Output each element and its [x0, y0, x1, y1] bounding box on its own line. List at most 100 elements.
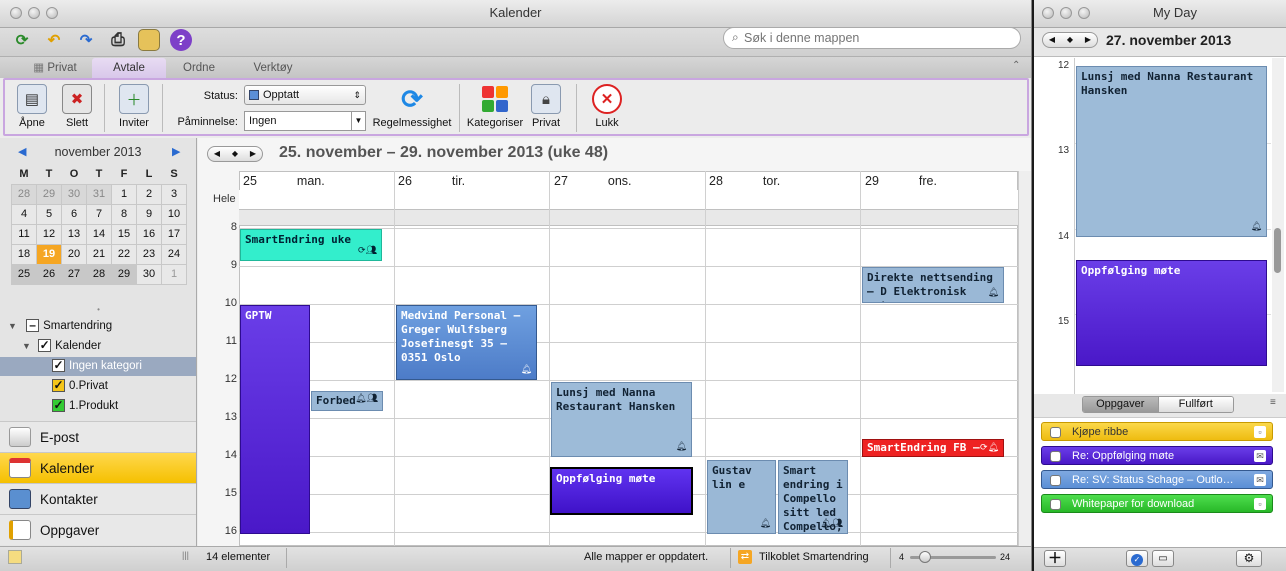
- recurrence-button[interactable]: ⟳ Regelmessighet: [372, 84, 452, 130]
- task-item[interactable]: Re: SV: Status Schage – Outlo… ✉: [1041, 470, 1273, 489]
- day-cell[interactable]: 23: [136, 243, 162, 265]
- day-cell[interactable]: 22: [111, 243, 137, 265]
- event-smartendring-uke[interactable]: SmartEndring uke ⟳👥︎: [240, 229, 382, 261]
- next-week-icon[interactable]: ▶: [250, 147, 256, 161]
- day-cell[interactable]: 24: [161, 243, 187, 265]
- categorize-button[interactable]: Kategoriser: [466, 84, 524, 129]
- event-gptw[interactable]: GPTW: [240, 305, 310, 534]
- nav-kontakter[interactable]: Kontakter: [0, 483, 196, 514]
- task-checkbox[interactable]: [1050, 451, 1061, 462]
- day-cell[interactable]: 6: [61, 203, 87, 225]
- undo-icon[interactable]: ↶: [42, 28, 66, 52]
- print-icon[interactable]: ⎙: [106, 28, 130, 52]
- day-cell[interactable]: 28: [11, 183, 37, 205]
- day-cell[interactable]: 10: [161, 203, 187, 225]
- day-cell[interactable]: 15: [111, 223, 137, 245]
- checkbox[interactable]: ✓: [52, 359, 65, 373]
- day-cell[interactable]: 14: [86, 223, 112, 245]
- task-item[interactable]: Kjøpe ribbe ▫: [1041, 422, 1273, 441]
- scrollbar-thumb[interactable]: [1274, 228, 1281, 273]
- delete-button[interactable]: ✖ Slett: [58, 84, 96, 129]
- day-header[interactable]: 25 man.: [243, 172, 393, 190]
- day-cell[interactable]: 26: [36, 263, 62, 285]
- day-cell[interactable]: 25: [11, 263, 37, 285]
- day-cell[interactable]: 2: [136, 183, 162, 205]
- list-menu-icon[interactable]: ≡: [1270, 397, 1276, 408]
- checkbox[interactable]: ✓: [52, 399, 65, 413]
- prev-week-icon[interactable]: ◀: [214, 147, 220, 161]
- event-smart-endring[interactable]: Smart endring i Compello sitt led Compel…: [778, 460, 848, 534]
- day-header[interactable]: 28 tor.: [709, 172, 859, 190]
- task-checkbox[interactable]: [1050, 499, 1061, 510]
- open-button[interactable]: ▤ Åpne: [12, 84, 52, 129]
- settings-button[interactable]: ⚙: [1236, 550, 1262, 567]
- search-field[interactable]: ⌕: [723, 27, 1021, 49]
- close-button[interactable]: ✕ Lukk: [588, 84, 626, 129]
- task-item[interactable]: Re: Oppfølging møte ✉: [1041, 446, 1273, 465]
- day-cell[interactable]: 27: [61, 263, 87, 285]
- day-cell[interactable]: 20: [61, 243, 87, 265]
- note-icon[interactable]: [8, 550, 22, 564]
- day-cell[interactable]: 30: [61, 183, 87, 205]
- zoom-track[interactable]: [910, 551, 996, 563]
- zoom-window-button[interactable]: [1078, 7, 1090, 19]
- resize-grip-icon[interactable]: |||: [182, 550, 189, 560]
- today-icon[interactable]: ◆: [232, 147, 238, 161]
- redo-icon[interactable]: ↷: [74, 28, 98, 52]
- tab-verktoy[interactable]: Verktøy: [232, 58, 314, 78]
- day-cell-today[interactable]: 19: [36, 243, 62, 265]
- minimize-window-button[interactable]: [1060, 7, 1072, 19]
- close-window-button[interactable]: [10, 7, 22, 19]
- search-input[interactable]: [744, 30, 1014, 46]
- task-checkbox[interactable]: [1050, 475, 1061, 486]
- category-privat[interactable]: ✓ 0.Privat: [0, 377, 196, 396]
- event-gustav[interactable]: Gustav lin e 🔔︎: [707, 460, 776, 534]
- day-cell[interactable]: 17: [161, 223, 187, 245]
- sync-icon[interactable]: ⟳: [10, 28, 34, 52]
- private-button[interactable]: 🔒︎ Privat: [526, 84, 566, 129]
- event-smartendring-fb[interactable]: SmartEndring FB – le⟳🔔︎: [862, 439, 1004, 457]
- grid-scrollbar[interactable]: [1018, 171, 1031, 546]
- day-cell[interactable]: 28: [86, 263, 112, 285]
- day-cell[interactable]: 21: [86, 243, 112, 265]
- tab-ordne[interactable]: Ordne: [166, 58, 232, 78]
- day-cell[interactable]: 1: [161, 263, 187, 285]
- nav-kalender[interactable]: Kalender: [0, 452, 196, 483]
- event-lunsj[interactable]: Lunsj med Nanna Restaurant Hansken 🔔︎: [551, 382, 692, 457]
- day-cell[interactable]: 4: [11, 203, 37, 225]
- invite-button[interactable]: ＋ Inviter: [114, 84, 154, 129]
- day-cell[interactable]: 1: [111, 183, 137, 205]
- event-oppfolging[interactable]: Oppfølging møte: [550, 467, 693, 515]
- checkbox[interactable]: ✓: [52, 379, 65, 393]
- day-cell[interactable]: 13: [61, 223, 87, 245]
- day-cell[interactable]: 29: [111, 263, 137, 285]
- checkbox[interactable]: ✓: [38, 339, 52, 353]
- category-produkt[interactable]: ✓ 1.Produkt: [0, 397, 196, 416]
- zoom-slider-knob[interactable]: [918, 551, 931, 563]
- myday-event-lunsj[interactable]: Lunsj med Nanna Restaurant Hansken 🔔︎: [1076, 66, 1267, 237]
- day-header[interactable]: 29 fre.: [865, 172, 1015, 190]
- prev-day-icon[interactable]: ◀: [1049, 33, 1055, 47]
- partial-checkbox[interactable]: –: [26, 319, 40, 333]
- all-day-row[interactable]: [239, 190, 1018, 210]
- event-direkte[interactable]: Direkte nettsending – D Elektronisk møte…: [862, 267, 1004, 303]
- notes-icon[interactable]: [138, 29, 160, 51]
- folder-view-button[interactable]: ▭: [1152, 550, 1174, 567]
- folder-smartendring[interactable]: ▼ – Smartendring: [0, 317, 196, 336]
- tab-privat[interactable]: ▦ Privat: [22, 58, 88, 78]
- minical-prev-icon[interactable]: ◀: [18, 145, 26, 158]
- day-header[interactable]: 27 ons.: [554, 172, 704, 190]
- minimize-window-button[interactable]: [28, 7, 40, 19]
- event-forbed[interactable]: Forbed 🔔︎👥︎: [311, 391, 383, 411]
- reminder-select[interactable]: Ingen ▼: [244, 111, 366, 131]
- tab-oppgaver[interactable]: Oppgaver: [1083, 397, 1158, 412]
- status-select[interactable]: Opptatt ⇕: [244, 85, 366, 105]
- minical-next-icon[interactable]: ▶: [172, 145, 180, 158]
- day-header[interactable]: 26 tir.: [398, 172, 548, 190]
- day-cell[interactable]: 7: [86, 203, 112, 225]
- event-medvind[interactable]: Medvind Personal – Greger Wulfsberg Jose…: [396, 305, 537, 380]
- timeline-scrollbar[interactable]: [1272, 58, 1284, 392]
- today-icon[interactable]: ◆: [1067, 33, 1073, 47]
- folder-kalender[interactable]: ▼ ✓ Kalender: [0, 337, 196, 356]
- tab-fullfort[interactable]: Fullført: [1157, 397, 1233, 412]
